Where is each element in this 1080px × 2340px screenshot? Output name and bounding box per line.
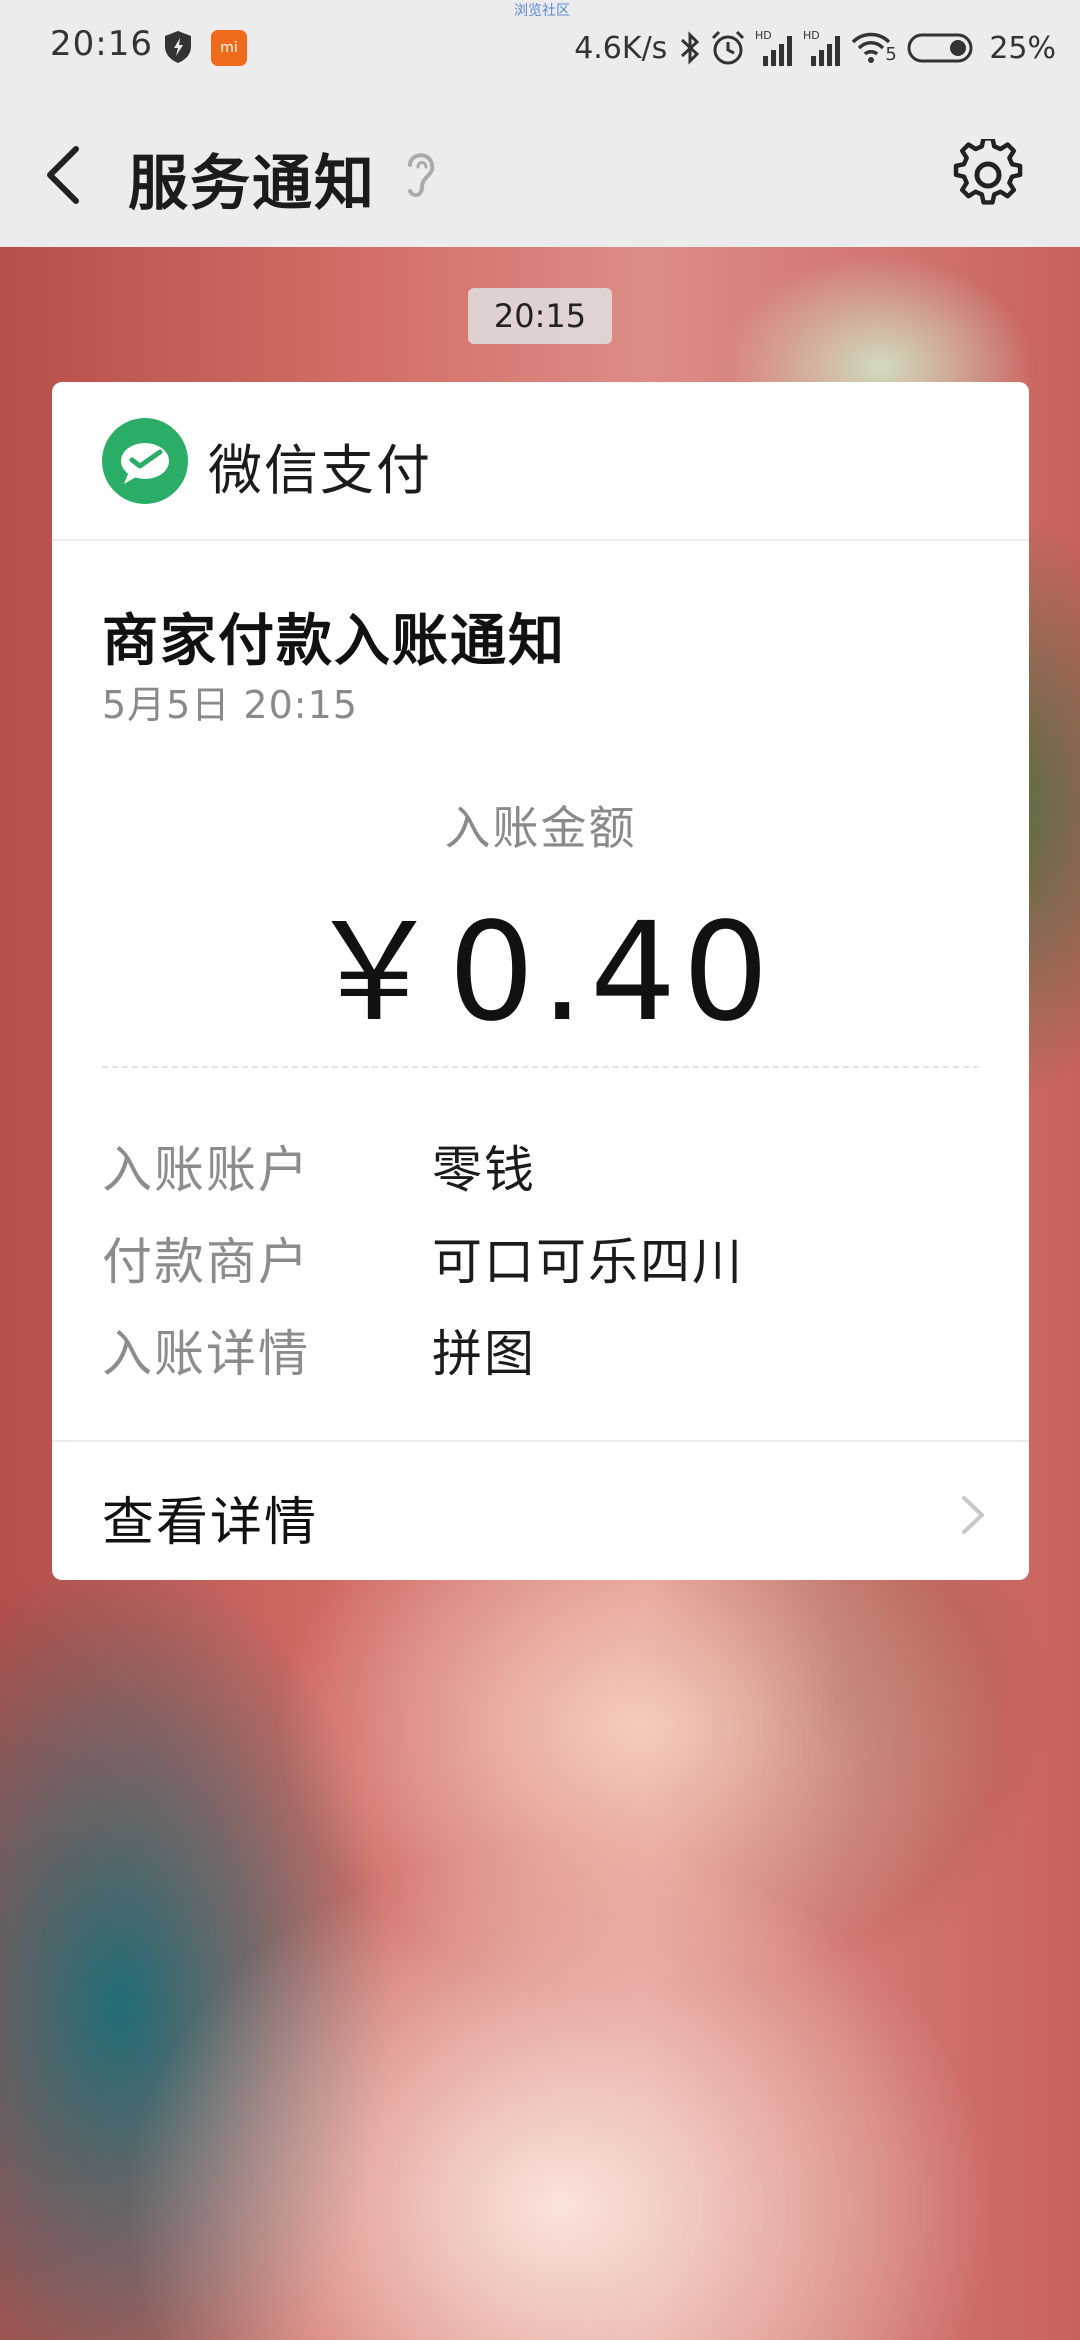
status-time: 20:16	[50, 24, 153, 64]
info-label: 入账账户	[102, 1141, 310, 1199]
payment-notification-card[interactable]: 微信支付 商家付款入账通知 5月5日 20:15 入账金额 ￥0.40 入账账户…	[52, 382, 1029, 1580]
info-value: 拼图	[432, 1325, 536, 1383]
signal-hd-icon: HD	[803, 29, 841, 66]
info-value: 可口可乐四川	[432, 1233, 744, 1291]
network-speed: 4.6K/s	[574, 30, 668, 66]
earpiece-mode-icon	[408, 153, 435, 198]
view-details-button[interactable]: 查看详情	[52, 1440, 1029, 1580]
info-row-merchant: 付款商户 可口可乐四川	[102, 1222, 979, 1292]
status-indicators: 4.6K/s HD HD 5 25%	[574, 24, 1056, 72]
info-row-details: 入账详情 拼图	[102, 1314, 979, 1384]
app-notification-icon: mi	[211, 30, 247, 66]
gear-icon[interactable]	[952, 139, 1024, 211]
page-title: 服务通知	[128, 149, 376, 219]
wifi-band-label: 5	[885, 44, 897, 65]
info-label: 付款商户	[102, 1233, 310, 1291]
chevron-right-icon	[962, 1496, 984, 1534]
title-bar: 服务通知	[0, 95, 1080, 247]
status-bar: 20:16 mi 浏览社区 4.6K/s HD HD 5 25%	[0, 0, 1080, 95]
amount-value: ￥0.40	[306, 894, 775, 1052]
wifi-indicator: 5	[851, 28, 899, 68]
brand-name: 微信支付	[208, 439, 432, 502]
signal-hd-icon: HD	[755, 29, 793, 66]
shield-icon	[165, 31, 191, 63]
info-value: 零钱	[432, 1141, 536, 1199]
notification-datetime: 5月5日 20:15	[102, 683, 358, 727]
back-arrow-icon[interactable]	[36, 135, 96, 215]
svg-text:HD: HD	[803, 29, 820, 42]
battery-percentage: 25%	[989, 30, 1056, 66]
alarm-icon	[712, 30, 745, 65]
card-header: 微信支付	[52, 382, 1029, 541]
notification-title: 商家付款入账通知	[102, 609, 566, 674]
info-row-account: 入账账户 零钱	[102, 1130, 979, 1200]
svg-text:HD: HD	[755, 29, 772, 42]
wechat-pay-logo-icon	[102, 418, 188, 504]
info-label: 入账详情	[102, 1325, 310, 1383]
battery-icon	[907, 33, 973, 63]
dashed-divider	[102, 1066, 979, 1068]
message-time-chip: 20:15	[468, 288, 612, 344]
amount-label: 入账金额	[444, 801, 637, 855]
bluetooth-icon	[681, 31, 700, 65]
view-details-label: 查看详情	[102, 1493, 319, 1553]
watermark-text: 浏览社区	[514, 3, 570, 19]
